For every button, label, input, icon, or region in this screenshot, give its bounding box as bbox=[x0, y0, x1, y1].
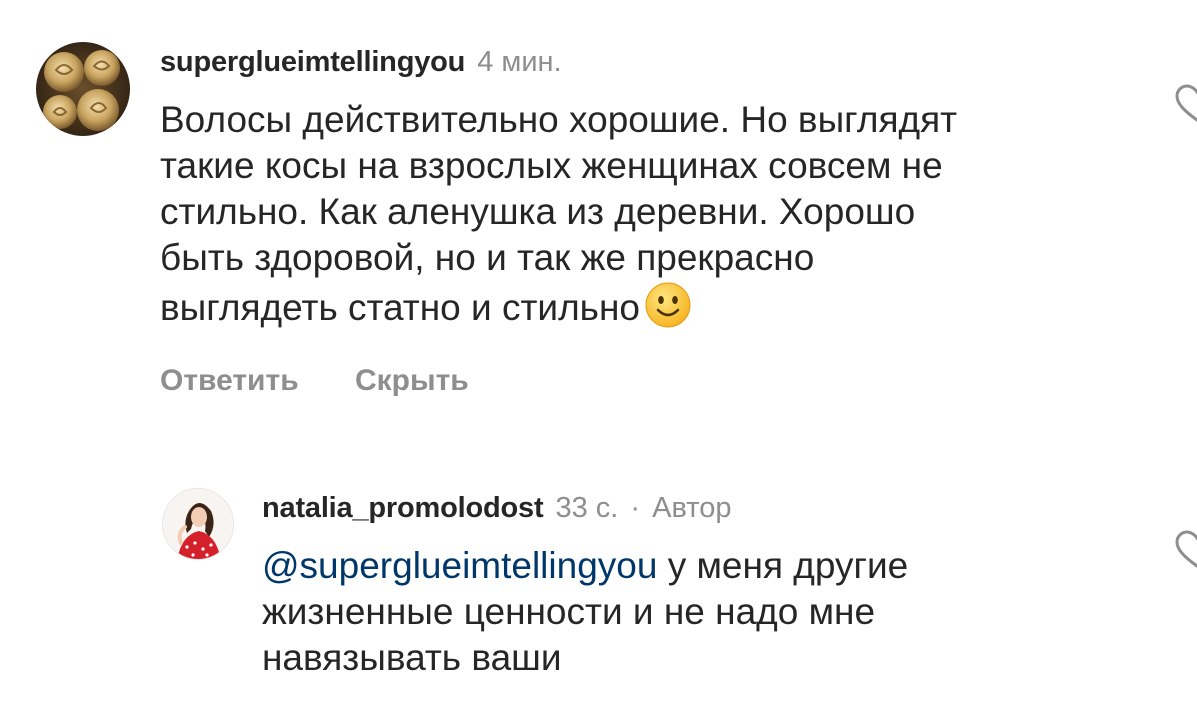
comment-text: @superglueimtellingyou у меня другие жиз… bbox=[262, 543, 908, 681]
avatar[interactable] bbox=[36, 42, 130, 136]
comment-line: жизненные ценности и не надо мне bbox=[262, 591, 876, 632]
comment-line-text: у меня другие bbox=[667, 545, 909, 586]
slightly-smiling-face-icon bbox=[644, 281, 692, 340]
comment-line: @superglueimtellingyou у меня другие bbox=[262, 543, 908, 589]
separator: · bbox=[630, 492, 641, 524]
like-button[interactable] bbox=[1173, 530, 1197, 570]
comment-text: Волосы действительно хорошие. Но выглядя… bbox=[160, 97, 957, 340]
username[interactable]: natalia_promolodost bbox=[262, 492, 544, 524]
comment-line: навязывать ваши bbox=[262, 637, 562, 678]
username[interactable]: superglueimtellingyou bbox=[160, 46, 465, 78]
author-badge: Автор bbox=[652, 492, 732, 524]
woman-in-red-avatar-icon bbox=[163, 489, 233, 559]
avatar[interactable] bbox=[162, 488, 234, 560]
comment-meta: superglueimtellingyou 4 мин. bbox=[160, 48, 562, 77]
roses-avatar-icon bbox=[36, 42, 130, 136]
timestamp: 4 мин. bbox=[477, 46, 562, 78]
mention-link[interactable]: @superglueimtellingyou bbox=[262, 545, 657, 586]
comment-line: такие косы на взрослых женщинах совсем н… bbox=[160, 145, 943, 186]
timestamp: 33 с. bbox=[555, 492, 619, 524]
comment-meta: natalia_promolodost 33 с. · Автор bbox=[262, 494, 731, 523]
comment-line: Волосы действительно хорошие. Но выглядя… bbox=[160, 99, 958, 140]
like-button[interactable] bbox=[1173, 84, 1197, 124]
heart-icon bbox=[1175, 530, 1197, 568]
hide-button[interactable]: Скрыть bbox=[355, 364, 469, 397]
comment-1: superglueimtellingyou 4 мин. Волосы дейс… bbox=[0, 0, 1197, 420]
comment-line-text: выглядеть статно и стильно bbox=[160, 287, 640, 328]
comment-2-reply: natalia_promolodost 33 с. · Автор @super… bbox=[0, 420, 1197, 715]
comment-line: быть здоровой, но и так же прекрасно bbox=[160, 237, 815, 278]
comment-line: выглядеть статно и стильно bbox=[160, 281, 957, 340]
heart-icon bbox=[1175, 84, 1197, 122]
reply-button[interactable]: Ответить bbox=[160, 364, 299, 397]
comment-actions: Ответить Скрыть bbox=[160, 366, 469, 396]
comment-line: стильно. Как аленушка из деревни. Хорошо bbox=[160, 191, 916, 232]
